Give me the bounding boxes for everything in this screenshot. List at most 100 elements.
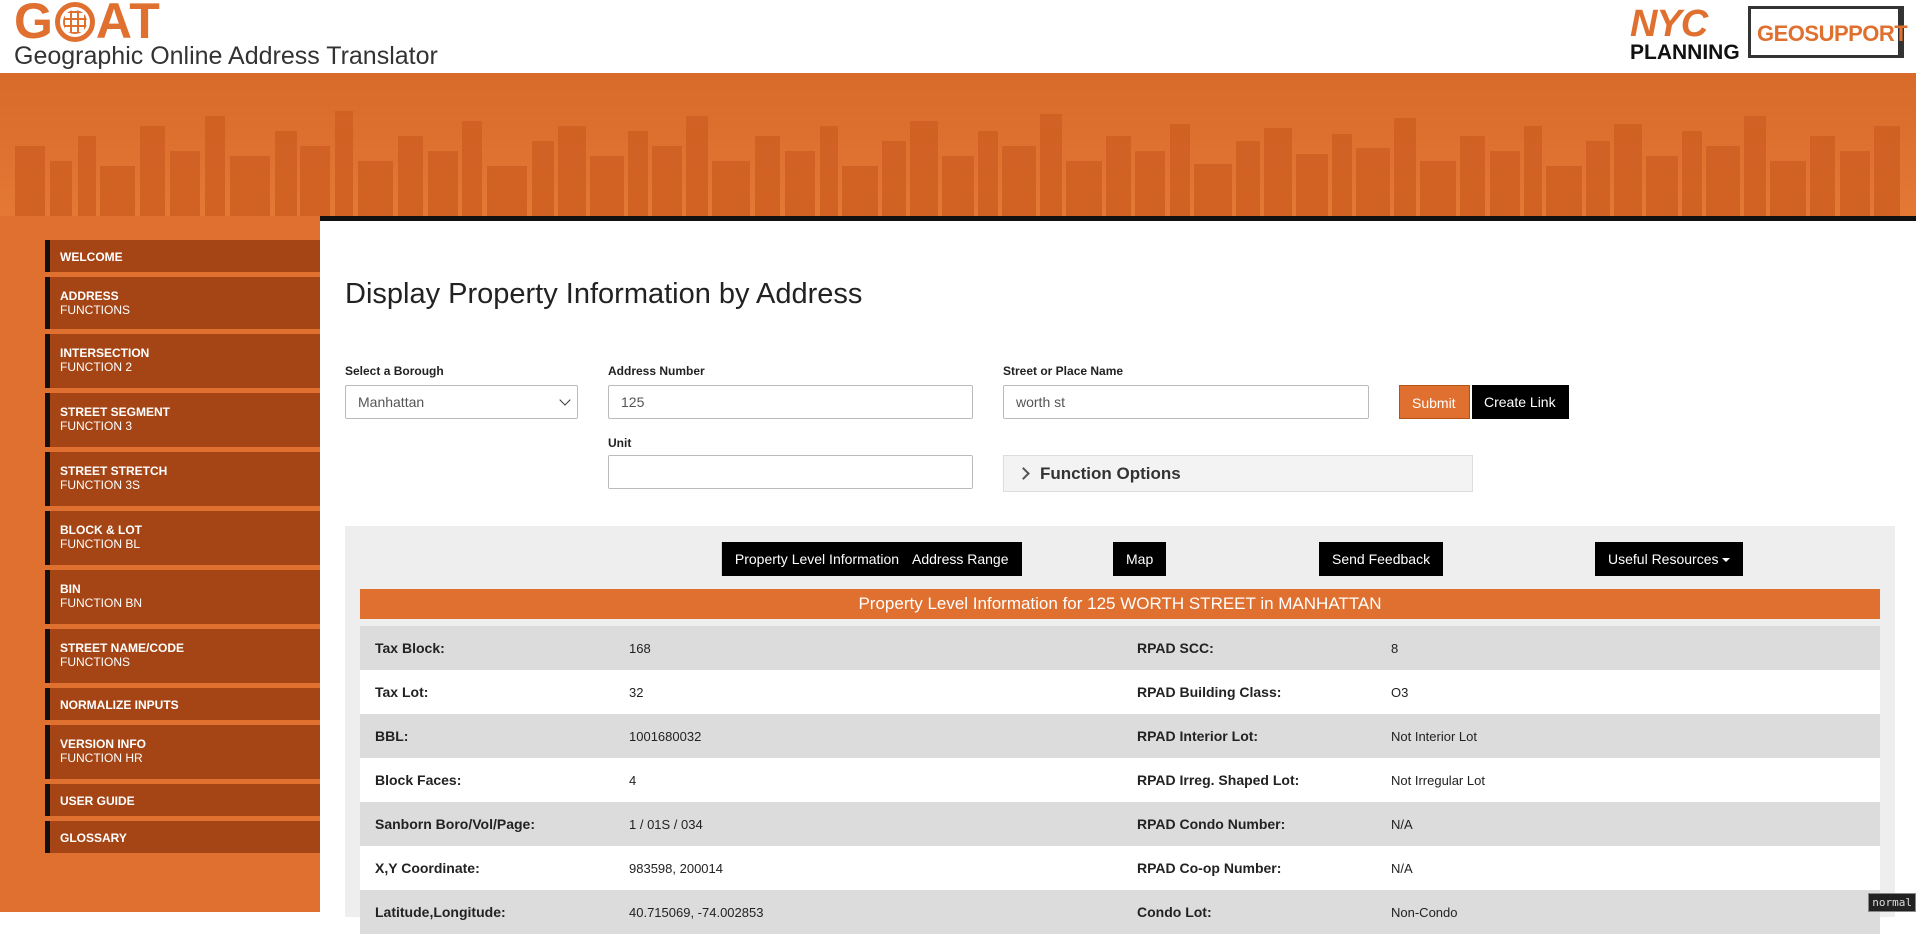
table-row: Tax Block:168RPAD SCC:8	[360, 626, 1880, 670]
sidebar-item-sublabel: FUNCTION 3	[60, 419, 320, 433]
street-label: Street or Place Name	[1003, 364, 1123, 378]
field-value: 8	[1376, 626, 1880, 670]
street-input[interactable]: worth st	[1003, 385, 1369, 419]
field-label: RPAD Interior Lot:	[1122, 714, 1376, 758]
sidebar-item-label: USER GUIDE	[60, 794, 320, 808]
tab-map[interactable]: Map	[1113, 542, 1166, 576]
unit-label: Unit	[608, 436, 631, 450]
sidebar-item-version-info[interactable]: VERSION INFOFUNCTION HR	[45, 725, 320, 779]
field-value: 168	[614, 626, 1122, 670]
tab-send-feedback[interactable]: Send Feedback	[1319, 542, 1443, 576]
sidebar-item-label: INTERSECTION	[60, 346, 320, 360]
sidebar-item-sublabel: FUNCTIONS	[60, 303, 320, 317]
skyline-illustration	[0, 106, 1916, 216]
skyline-banner	[0, 73, 1916, 216]
sidebar-item-sublabel: FUNCTION BL	[60, 537, 320, 551]
goat-logo[interactable]: GAT	[14, 0, 161, 46]
field-value: 983598, 200014	[614, 846, 1122, 890]
table-row: Block Faces:4RPAD Irreg. Shaped Lot:Not …	[360, 758, 1880, 802]
submit-button[interactable]: Submit	[1399, 385, 1470, 419]
table-row: Latitude,Longitude:40.715069, -74.002853…	[360, 890, 1880, 934]
field-label: RPAD Condo Number:	[1122, 802, 1376, 846]
field-label: Tax Lot:	[360, 670, 614, 714]
sidebar-item-label: NORMALIZE INPUTS	[60, 698, 320, 712]
address-number-input[interactable]: 125	[608, 385, 973, 419]
sidebar-item-label: WELCOME	[60, 250, 320, 264]
site-subtitle: Geographic Online Address Translator	[14, 42, 438, 71]
field-value: 4	[614, 758, 1122, 802]
unit-input[interactable]	[608, 455, 973, 489]
sidebar-item-label: STREET STRETCH	[60, 464, 320, 478]
function-options-toggle[interactable]: Function Options	[1003, 455, 1473, 492]
tab-property-level-information[interactable]: Property Level Information	[722, 542, 912, 576]
borough-select[interactable]: Manhattan	[345, 385, 578, 419]
field-value: 1001680032	[614, 714, 1122, 758]
tab-useful-resources[interactable]: Useful Resources	[1595, 542, 1743, 576]
globe-icon	[55, 2, 95, 42]
borough-label: Select a Borough	[345, 364, 444, 378]
sidebar-item-bin[interactable]: BINFUNCTION BN	[45, 570, 320, 624]
field-value: Not Irregular Lot	[1376, 758, 1880, 802]
field-label: Block Faces:	[360, 758, 614, 802]
sidebar-item-sublabel: FUNCTIONS	[60, 655, 320, 669]
field-value: Not Interior Lot	[1376, 714, 1880, 758]
main-content: Display Property Information by Address …	[320, 216, 1916, 912]
sidebar-item-sublabel: FUNCTION HR	[60, 751, 320, 765]
field-label: Latitude,Longitude:	[360, 890, 614, 934]
caret-down-icon	[1722, 558, 1730, 562]
sidebar-item-sublabel: FUNCTION 2	[60, 360, 320, 374]
field-label: BBL:	[360, 714, 614, 758]
field-value: N/A	[1376, 846, 1880, 890]
field-label: RPAD SCC:	[1122, 626, 1376, 670]
table-row: Sanborn Boro/Vol/Page:1 / 01S / 034RPAD …	[360, 802, 1880, 846]
geosupport-logo[interactable]: GEOSUPPORT	[1748, 6, 1904, 58]
status-mode-badge: normal	[1868, 893, 1916, 912]
sidebar-item-street-segment[interactable]: STREET SEGMENTFUNCTION 3	[45, 393, 320, 447]
chevron-down-icon	[559, 394, 570, 405]
table-row: Tax Lot:32RPAD Building Class:O3	[360, 670, 1880, 714]
tab-address-range[interactable]: Address Range	[899, 542, 1022, 576]
sidebar-item-label: STREET NAME/CODE	[60, 641, 320, 655]
property-info-table: Tax Block:168RPAD SCC:8Tax Lot:32RPAD Bu…	[360, 626, 1880, 934]
field-label: Sanborn Boro/Vol/Page:	[360, 802, 614, 846]
sidebar-item-label: STREET SEGMENT	[60, 405, 320, 419]
sidebar-item-block-lot[interactable]: BLOCK & LOTFUNCTION BL	[45, 511, 320, 565]
create-link-button[interactable]: Create Link	[1472, 385, 1569, 419]
table-row: X,Y Coordinate:983598, 200014RPAD Co-op …	[360, 846, 1880, 890]
sidebar-item-sublabel: FUNCTION BN	[60, 596, 320, 610]
field-value: Non-Condo	[1376, 890, 1880, 934]
sidebar-nav: WELCOMEADDRESSFUNCTIONSINTERSECTIONFUNCT…	[45, 240, 320, 858]
sidebar-item-label: VERSION INFO	[60, 737, 320, 751]
sidebar-item-street-name-code[interactable]: STREET NAME/CODEFUNCTIONS	[45, 629, 320, 683]
sidebar-item-intersection[interactable]: INTERSECTIONFUNCTION 2	[45, 334, 320, 388]
address-number-label: Address Number	[608, 364, 705, 378]
sidebar-item-label: GLOSSARY	[60, 831, 320, 845]
result-header: Property Level Information for 125 WORTH…	[360, 589, 1880, 619]
field-value: O3	[1376, 670, 1880, 714]
sidebar-item-street-stretch[interactable]: STREET STRETCHFUNCTION 3S	[45, 452, 320, 506]
sidebar-item-glossary[interactable]: GLOSSARY	[45, 821, 320, 853]
sidebar-item-sublabel: FUNCTION 3S	[60, 478, 320, 492]
field-value: 40.715069, -74.002853	[614, 890, 1122, 934]
results-panel: Property Level Information Address Range…	[345, 526, 1895, 917]
field-label: RPAD Irreg. Shaped Lot:	[1122, 758, 1376, 802]
field-value: 1 / 01S / 034	[614, 802, 1122, 846]
field-label: Tax Block:	[360, 626, 614, 670]
nyc-planning-logo[interactable]: NYC PLANNING	[1630, 6, 1740, 60]
sidebar-item-label: BIN	[60, 582, 320, 596]
sidebar-item-welcome[interactable]: WELCOME	[45, 240, 320, 272]
field-label: X,Y Coordinate:	[360, 846, 614, 890]
field-label: RPAD Building Class:	[1122, 670, 1376, 714]
field-label: RPAD Co-op Number:	[1122, 846, 1376, 890]
sidebar-item-user-guide[interactable]: USER GUIDE	[45, 784, 320, 816]
page-title: Display Property Information by Address	[345, 278, 862, 311]
sidebar-item-normalize-inputs[interactable]: NORMALIZE INPUTS	[45, 688, 320, 720]
site-header: GAT Geographic Online Address Translator…	[0, 0, 1916, 73]
sidebar-item-label: ADDRESS	[60, 289, 320, 303]
table-row: BBL:1001680032RPAD Interior Lot:Not Inte…	[360, 714, 1880, 758]
chevron-right-icon	[1017, 467, 1030, 480]
sidebar-item-label: BLOCK & LOT	[60, 523, 320, 537]
field-value: 32	[614, 670, 1122, 714]
field-value: N/A	[1376, 802, 1880, 846]
sidebar-item-address[interactable]: ADDRESSFUNCTIONS	[45, 277, 320, 329]
